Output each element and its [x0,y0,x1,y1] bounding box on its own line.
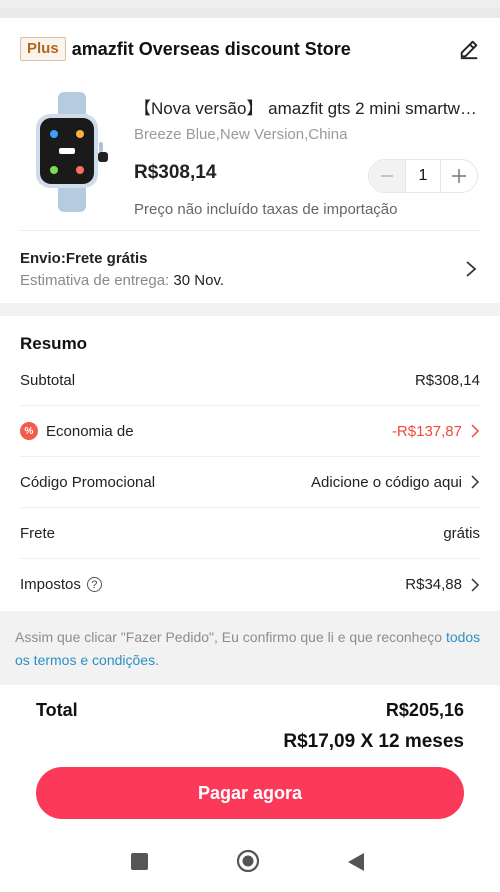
taxes-label-group: Impostos ? [20,576,102,593]
top-band [0,0,500,18]
help-icon[interactable]: ? [86,577,102,592]
installments: R$17,09 X 12 meses [283,731,464,752]
shipping-title[interactable]: Envio:Frete grátis [20,250,148,267]
summary-row-taxes[interactable]: Impostos ? R$34,88 [20,559,480,610]
promo-code-value[interactable]: Adicione o código aqui [311,474,462,491]
minus-icon [381,175,393,177]
product-image[interactable] [22,92,122,212]
subtotal-label: Subtotal [20,371,76,389]
discount-value-group: -R$137,87 [392,423,480,440]
delivery-estimate-date: 30 Nov. [173,272,225,289]
back-icon[interactable] [346,851,366,873]
plus-icon [452,169,466,183]
divider [20,230,480,231]
discount-label: Economia de [46,422,134,440]
summary-title: Resumo [20,334,88,353]
product-price: R$308,14 [134,162,217,183]
increase-quantity-button[interactable] [441,160,477,192]
summary-row-promo-code[interactable]: Código Promocional Adicione o código aqu… [20,457,480,508]
quantity-stepper: 1 [368,159,478,193]
store-name[interactable]: amazfit Overseas discount Store [72,39,351,60]
summary-row-discount[interactable]: % Economia de -R$137,87 [20,406,480,457]
pay-now-button[interactable]: Pagar agora [36,767,464,819]
discount-label-group: % Economia de [20,422,134,440]
shipping-value: grátis [443,524,480,542]
import-tax-note: Preço não incluído taxas de importação [134,201,398,218]
system-nav-bar [0,840,500,892]
discount-icon: % [20,422,38,440]
terms-text: Assim que clicar "Fazer Pedido", Eu conf… [15,629,446,645]
decrease-quantity-button[interactable] [369,160,405,192]
product-title[interactable]: 【Nova versão】 amazfit gts 2 mini smartwa… [134,94,479,119]
discount-value: -R$137,87 [391,422,462,440]
promo-code-value-group: Adicione o código aqui [311,474,480,491]
chevron-right-icon[interactable] [470,577,480,592]
chevron-right-icon[interactable] [464,260,478,278]
home-icon[interactable] [236,849,260,873]
summary-row-subtotal: Subtotal R$308,14 [20,355,480,406]
edit-icon[interactable] [458,38,480,60]
plus-badge: Plus [20,37,66,61]
subtotal-value: R$308,14 [414,371,480,389]
checkout-bar: Total R$205,16 R$17,09 X 12 meses Pagar … [0,685,500,840]
taxes-label: Impostos [20,576,81,593]
quantity-value[interactable]: 1 [405,160,441,192]
store-card: Plus amazfit Overseas discount Store 【No… [0,18,500,303]
chevron-right-icon[interactable] [470,424,480,438]
order-summary: Resumo Subtotal R$308,14 % Economia de -… [0,316,500,611]
shipping-label: Frete [20,524,56,542]
delivery-estimate: Estimativa de entrega: 30 Nov. [20,272,224,289]
total-value: R$205,16 [385,700,464,720]
store-header[interactable]: Plus amazfit Overseas discount Store [20,36,351,62]
taxes-value-group: R$34,88 [405,576,480,593]
taxes-value: R$34,88 [405,576,462,593]
summary-row-shipping: Frete grátis [20,508,480,559]
total-label: Total [36,700,78,720]
recent-apps-icon[interactable] [131,853,148,870]
chevron-right-icon[interactable] [470,475,480,489]
terms-notice: Assim que clicar "Fazer Pedido", Eu conf… [15,626,485,672]
promo-code-label: Código Promocional [20,473,156,491]
product-variant: Breeze Blue,New Version,China [134,126,348,143]
delivery-estimate-label: Estimativa de entrega: [20,272,170,289]
